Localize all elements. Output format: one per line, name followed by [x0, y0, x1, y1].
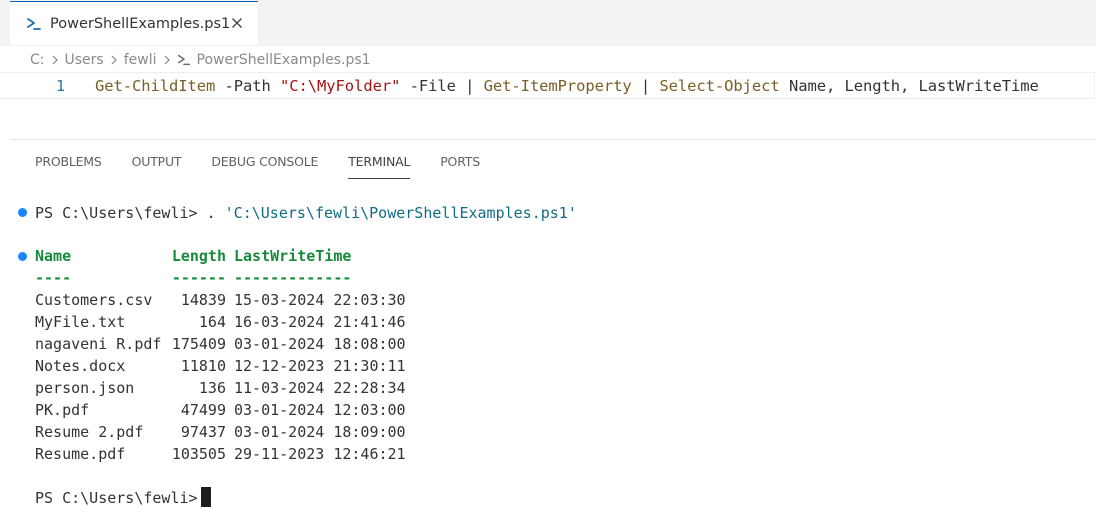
cell-time: 15-03-2024 22:03:30 [234, 291, 406, 309]
header-time: LastWriteTime [234, 247, 352, 265]
command-decoration-dot[interactable] [18, 208, 27, 217]
breadcrumb: C: Users fewli PowerShellExamples.ps1 [30, 50, 371, 70]
code-line[interactable]: Get-ChildItem -Path "C:\MyFolder" -File … [95, 77, 1039, 95]
cell-name: Resume 2.pdf [35, 423, 144, 441]
code-token: -File [400, 76, 466, 95]
header-name: Name [35, 247, 72, 265]
terminal-final-prompt: PS C:\Users\fewli> [35, 487, 211, 509]
breadcrumb-item-drive[interactable]: C: [30, 52, 45, 68]
chevron-right-icon [163, 54, 171, 66]
cell-name: Notes.docx [35, 357, 126, 375]
table-row: person.json 136 11-03-2024 22:28:34 [35, 377, 406, 399]
code-token: Name, Length, LastWriteTime [779, 76, 1039, 95]
table-row: PK.pdf 47499 03-01-2024 12:03:00 [35, 399, 406, 421]
breadcrumb-file-label: PowerShellExamples.ps1 [196, 52, 371, 68]
chevron-right-icon [110, 54, 118, 66]
underline-name: ---- [35, 269, 72, 287]
cell-length: 14839 [180, 291, 226, 309]
tab-ports[interactable]: PORTS [440, 153, 480, 178]
cell-time: 03-01-2024 18:08:00 [234, 335, 406, 353]
code-token: Get-ChildItem [95, 76, 216, 95]
tab-debug-console[interactable]: DEBUG CONSOLE [211, 153, 318, 178]
cell-name: nagaveni R.pdf [35, 335, 162, 353]
tab-output[interactable]: OUTPUT [132, 153, 182, 178]
close-icon[interactable] [228, 14, 246, 32]
table-row: Resume.pdf 103505 29-11-2023 12:46:21 [35, 443, 406, 465]
editor-tab-bar: PowerShellExamples.ps1 [0, 0, 1096, 46]
cell-length: 136 [198, 379, 226, 397]
code-token: -Path [215, 76, 281, 95]
cell-time: 29-11-2023 12:46:21 [234, 445, 406, 463]
cell-length: 11810 [180, 357, 226, 375]
table-header-underline: ---- ------ ------------- [35, 267, 351, 289]
code-token: | [465, 76, 484, 95]
cell-time: 03-01-2024 18:09:00 [234, 423, 406, 441]
command-path: 'C:\Users\fewli\PowerShellExamples.ps1' [224, 204, 577, 222]
cell-length: 103505 [171, 445, 226, 463]
underline-length: ------ [171, 269, 226, 287]
tab-label: PowerShellExamples.ps1 [50, 15, 231, 32]
table-row: Notes.docx 11810 12-12-2023 21:30:11 [35, 355, 406, 377]
cell-length: 47499 [180, 401, 226, 419]
cell-length: 164 [198, 313, 226, 331]
code-token: Select-Object [659, 76, 780, 95]
terminal-prompt: PS C:\Users\fewli> [35, 489, 198, 507]
breadcrumb-item-users[interactable]: Users [65, 52, 104, 68]
table-row: MyFile.txt 164 16-03-2024 21:41:46 [35, 311, 406, 333]
cell-time: 11-03-2024 22:28:34 [234, 379, 406, 397]
code-token: "C:\MyFolder" [280, 76, 401, 95]
command-prefix: . [206, 204, 225, 222]
panel-divider[interactable] [10, 139, 1096, 140]
cell-length: 97437 [180, 423, 226, 441]
tab-problems[interactable]: PROBLEMS [35, 153, 102, 178]
cell-length: 175409 [171, 335, 226, 353]
breadcrumb-item-file[interactable]: PowerShellExamples.ps1 [177, 52, 371, 68]
code-token: Get-ItemProperty [483, 76, 632, 95]
cell-time: 03-01-2024 12:03:00 [234, 401, 406, 419]
cell-time: 12-12-2023 21:30:11 [234, 357, 406, 375]
cell-time: 16-03-2024 21:41:46 [234, 313, 406, 331]
underline-time: ------------- [234, 269, 352, 287]
header-length: Length [171, 247, 226, 265]
command-decoration-dot[interactable] [18, 252, 27, 261]
terminal-prompt: PS C:\Users\fewli> [35, 204, 207, 222]
table-row: Customers.csv 14839 15-03-2024 22:03:30 [35, 289, 406, 311]
cell-name: person.json [35, 379, 135, 397]
table-row: nagaveni R.pdf 175409 03-01-2024 18:08:00 [35, 333, 406, 355]
code-token: | [631, 76, 660, 95]
cell-name: PK.pdf [35, 401, 90, 419]
chevron-right-icon [51, 54, 59, 66]
cell-name: MyFile.txt [35, 313, 126, 331]
panel-tab-bar: PROBLEMS OUTPUT DEBUG CONSOLE TERMINAL P… [35, 153, 510, 179]
terminal-command-line: PS C:\Users\fewli> . 'C:\Users\fewli\Pow… [35, 202, 577, 224]
cell-name: Resume.pdf [35, 445, 126, 463]
terminal-cursor [200, 487, 211, 507]
table-row: Resume 2.pdf 97437 03-01-2024 18:09:00 [35, 421, 406, 443]
editor-current-line[interactable]: 1 Get-ChildItem -Path "C:\MyFolder" -Fil… [0, 72, 1095, 99]
powershell-icon [177, 53, 191, 67]
editor-tab[interactable]: PowerShellExamples.ps1 [10, 1, 258, 45]
cell-name: Customers.csv [35, 291, 153, 309]
breadcrumb-item-fewli[interactable]: fewli [124, 52, 157, 68]
table-header: Name Length LastWriteTime [35, 245, 351, 267]
line-number: 1 [55, 76, 65, 95]
powershell-icon [26, 16, 42, 32]
tab-terminal[interactable]: TERMINAL [348, 153, 410, 179]
